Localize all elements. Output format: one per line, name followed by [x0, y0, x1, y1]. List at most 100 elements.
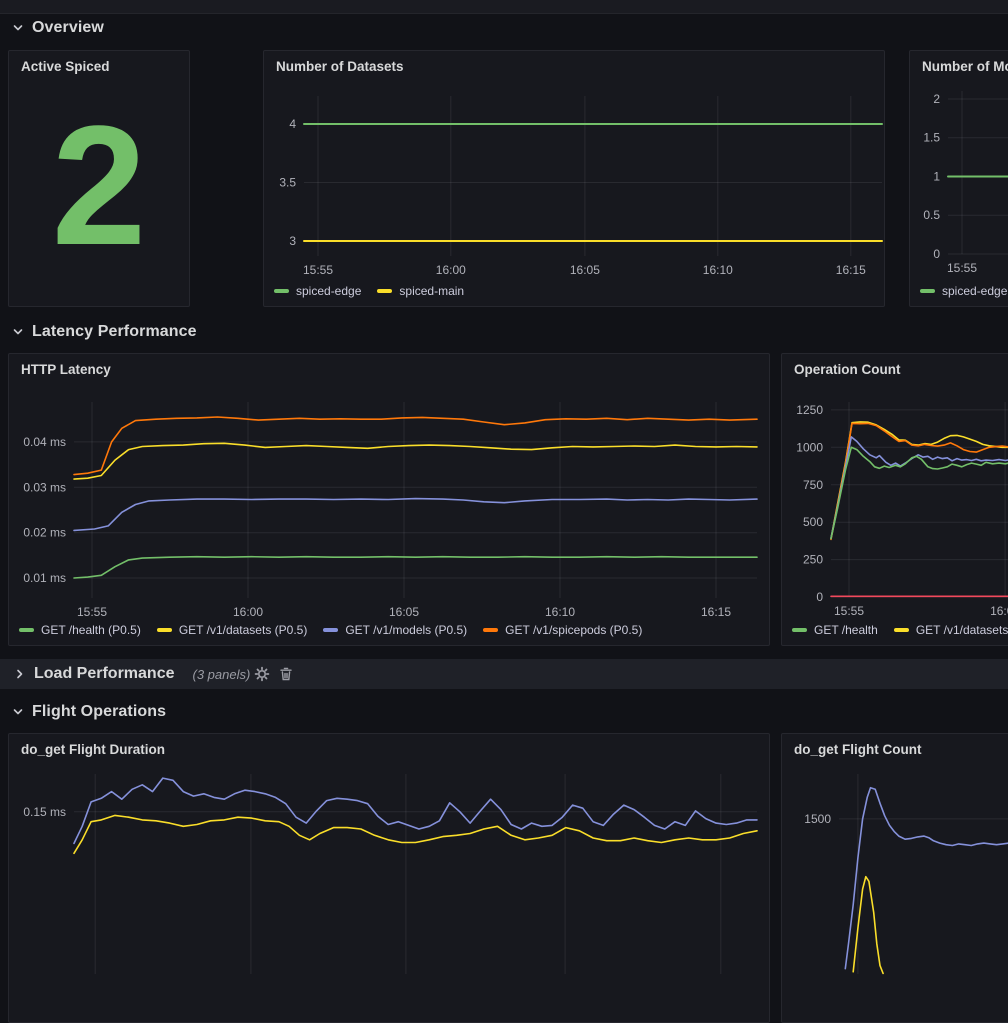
legend-item[interactable]: GET /v1/models (P0.5)	[323, 623, 467, 637]
series-color-swatch	[483, 628, 498, 632]
svg-text:0.03 ms: 0.03 ms	[23, 480, 66, 494]
legend-label: GET /health (P0.5)	[41, 623, 141, 637]
svg-text:16:05: 16:05	[570, 263, 600, 277]
section-title: Flight Operations	[32, 703, 166, 721]
legend-label: GET /v1/spicepods (P0.5)	[505, 623, 642, 637]
legend-label: GET /health	[814, 623, 878, 637]
panel-title[interactable]: Operation Count	[794, 362, 1008, 377]
svg-text:15:55: 15:55	[303, 263, 333, 277]
legend-label: spiced-edge	[942, 284, 1007, 298]
legend-item[interactable]: spiced-edge	[920, 284, 1007, 298]
panel-title[interactable]: do_get Flight Count	[794, 742, 1008, 757]
svg-text:1000: 1000	[796, 440, 823, 454]
svg-text:0: 0	[816, 590, 823, 604]
panel-title[interactable]: Active Spiced	[21, 59, 181, 74]
svg-text:250: 250	[803, 553, 823, 567]
chevron-down-icon	[12, 706, 24, 718]
panel-title[interactable]: Number of Datasets	[276, 59, 876, 74]
series-color-swatch	[792, 628, 807, 632]
legend-label: spiced-edge	[296, 284, 361, 298]
toolbar-strip	[0, 0, 1008, 14]
section-title: Load Performance	[34, 665, 174, 683]
legend-item[interactable]: GET /v1/spicepods (P0.5)	[483, 623, 642, 637]
series-color-swatch	[894, 628, 909, 632]
stat-value: 2	[9, 51, 189, 306]
svg-text:16:15: 16:15	[836, 263, 866, 277]
section-title: Overview	[32, 19, 104, 37]
settings-button[interactable]	[250, 662, 274, 686]
chevron-right-icon	[14, 668, 26, 680]
section-title: Latency Performance	[32, 323, 197, 341]
svg-text:16:00: 16:00	[233, 605, 263, 619]
svg-text:16:00: 16:00	[990, 604, 1008, 618]
legend-item[interactable]: GET /health (P0.5)	[19, 623, 141, 637]
svg-text:1250: 1250	[796, 403, 823, 417]
panel-do-get-flight-duration: do_get Flight Duration 0.15 ms	[8, 733, 770, 1023]
svg-text:15:55: 15:55	[834, 604, 864, 618]
panel-operation-count: Operation Count 0 250 500 750 1000 1250 15:55 1…	[781, 353, 1008, 646]
svg-text:3: 3	[289, 234, 296, 248]
section-header-latency-performance[interactable]: Latency Performance	[12, 321, 197, 343]
svg-text:750: 750	[803, 478, 823, 492]
time-series-chart[interactable]: 0 250 500 750 1000 1250 15:55 16:00	[782, 354, 1008, 645]
section-header-flight-operations[interactable]: Flight Operations	[12, 701, 166, 723]
svg-text:1: 1	[933, 170, 940, 184]
series-color-swatch	[377, 289, 392, 293]
svg-text:0.04 ms: 0.04 ms	[23, 435, 66, 449]
panel-count-note: (3 panels)	[192, 667, 250, 682]
time-series-chart[interactable]: 3 3.5 4 15:55 16:00 16:05 16:10 16:15	[264, 51, 884, 306]
svg-text:16:00: 16:00	[436, 263, 466, 277]
section-header-overview[interactable]: Overview	[12, 17, 104, 39]
legend-item[interactable]: spiced-edge	[274, 284, 361, 298]
chart-legend: GET /health (P0.5) GET /v1/datasets (P0.5…	[19, 623, 642, 637]
series-color-swatch	[920, 289, 935, 293]
svg-text:16:10: 16:10	[703, 263, 733, 277]
panel-number-of-datasets: Number of Datasets 3 3.5 4 15:55 16:00 16:05 1…	[263, 50, 885, 307]
legend-label: GET /v1/models (P0.5)	[345, 623, 467, 637]
svg-text:0.15 ms: 0.15 ms	[23, 805, 66, 819]
series-color-swatch	[274, 289, 289, 293]
series-color-swatch	[157, 628, 172, 632]
chart-legend: GET /health GET /v1/datasets	[792, 623, 1008, 637]
time-series-chart[interactable]: 0.15 ms	[9, 734, 769, 1022]
svg-text:1500: 1500	[804, 812, 831, 826]
legend-item[interactable]: GET /v1/datasets	[894, 623, 1008, 637]
panel-number-of-models: Number of Models 0 0.5 1 1.5 2 15:55 spiced-e…	[909, 50, 1008, 307]
svg-text:4: 4	[289, 117, 296, 131]
panel-title[interactable]: Number of Models	[922, 59, 1008, 74]
series-color-swatch	[19, 628, 34, 632]
chart-legend: spiced-edge spiced-main	[274, 284, 464, 298]
legend-item[interactable]: spiced-main	[377, 284, 464, 298]
legend-label: GET /v1/datasets	[916, 623, 1008, 637]
panel-active-spiced: Active Spiced 2	[8, 50, 190, 307]
svg-text:1.5: 1.5	[923, 131, 940, 145]
legend-item[interactable]: GET /health	[792, 623, 878, 637]
svg-text:0.5: 0.5	[923, 208, 940, 222]
grafana-dashboard: { "colors":{ "background":"#111217","top…	[0, 0, 1008, 849]
panel-title[interactable]: do_get Flight Duration	[21, 742, 761, 757]
time-series-chart[interactable]: 1500	[782, 734, 1008, 1022]
gear-icon	[254, 666, 270, 682]
delete-button[interactable]	[274, 662, 298, 686]
svg-text:500: 500	[803, 515, 823, 529]
section-header-load-performance[interactable]: Load Performance (3 panels)	[0, 659, 1008, 689]
svg-text:15:55: 15:55	[77, 605, 107, 619]
svg-text:0.01 ms: 0.01 ms	[23, 571, 66, 585]
panel-title[interactable]: HTTP Latency	[21, 362, 761, 377]
svg-text:16:15: 16:15	[701, 605, 731, 619]
chevron-down-icon	[12, 22, 24, 34]
legend-item[interactable]: GET /v1/datasets (P0.5)	[157, 623, 308, 637]
svg-text:15:55: 15:55	[947, 261, 977, 275]
legend-label: GET /v1/datasets (P0.5)	[179, 623, 308, 637]
panel-do-get-flight-count: do_get Flight Count 1500	[781, 733, 1008, 1023]
chart-legend: spiced-edge	[920, 284, 1007, 298]
trash-icon	[278, 666, 294, 682]
svg-text:3.5: 3.5	[279, 176, 296, 190]
svg-text:16:05: 16:05	[389, 605, 419, 619]
legend-label: spiced-main	[399, 284, 464, 298]
series-color-swatch	[323, 628, 338, 632]
svg-text:2: 2	[933, 92, 940, 106]
time-series-chart[interactable]: 0.01 ms0.02 ms0.03 ms0.04 ms15:5516:0016…	[9, 354, 769, 645]
time-series-chart[interactable]: 0 0.5 1 1.5 2 15:55	[910, 51, 1008, 306]
svg-text:0: 0	[933, 247, 940, 261]
